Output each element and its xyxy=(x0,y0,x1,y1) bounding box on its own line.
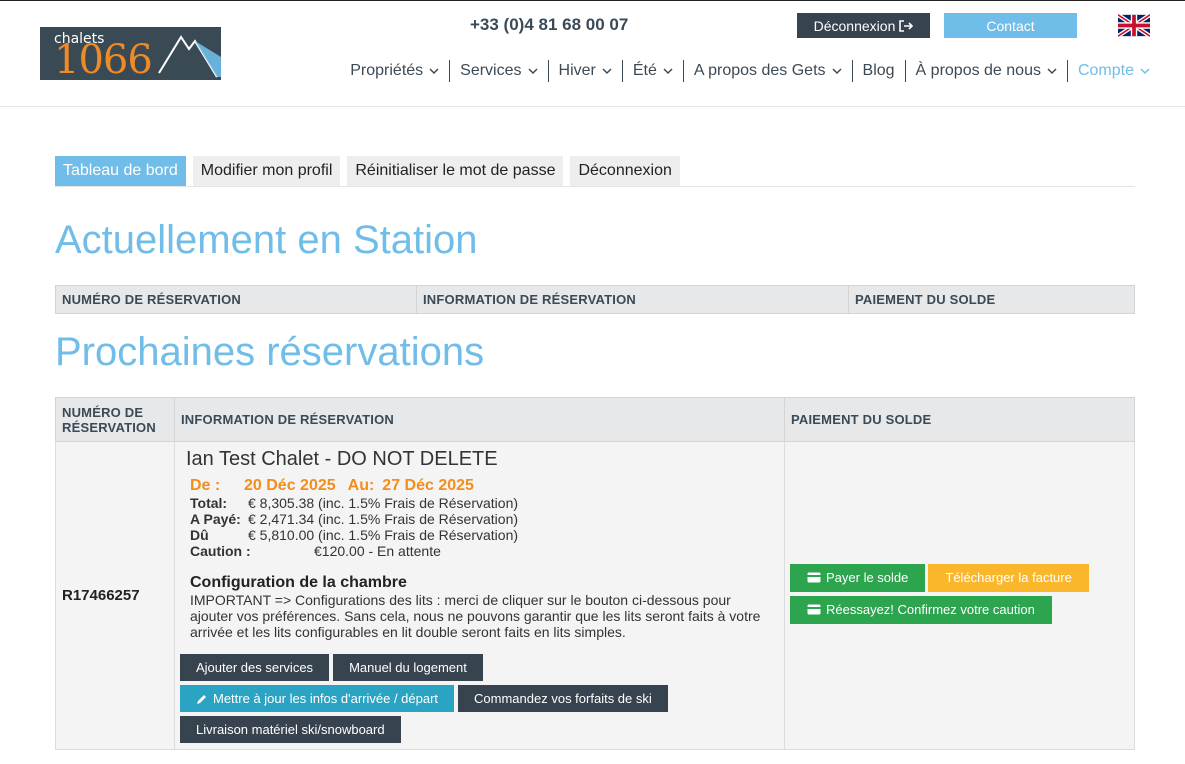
nav-item-blog[interactable]: Blog xyxy=(851,60,905,82)
col-booking-number: NUMÉRO DE RÉSERVATION xyxy=(55,285,417,314)
current-bookings-table: NUMÉRO DE RÉSERVATION INFORMATION DE RÉS… xyxy=(55,285,1135,314)
room-config-text: IMPORTANT => Configurations des lits : m… xyxy=(190,592,761,640)
booking-actions: Ajouter des services Manuel du logement … xyxy=(180,654,778,743)
tab-logout[interactable]: Déconnexion xyxy=(570,156,680,186)
chevron-down-icon xyxy=(602,68,612,75)
pencil-icon xyxy=(197,694,206,704)
paid-value: € 2,471.34 (inc. 1.5% Frais de Réservati… xyxy=(248,511,519,527)
nav-label: Été xyxy=(632,62,657,79)
chevron-down-icon xyxy=(663,68,673,75)
balance-payment: Payer le solde Télécharger la facture Ré… xyxy=(784,441,1135,750)
pay-balance-label: Payer le solde xyxy=(826,570,909,585)
from-label: De : xyxy=(190,477,221,494)
payment-row: Réessayez! Confirmez votre caution xyxy=(790,595,1134,624)
logo-big-text: 1066 xyxy=(54,37,153,80)
tab-dashboard[interactable]: Tableau de bord xyxy=(55,156,186,186)
nav-label: Compte xyxy=(1077,62,1134,79)
payment-row: Payer le solde Télécharger la facture xyxy=(790,563,1134,592)
retry-deposit-button[interactable]: Réessayez! Confirmez votre caution xyxy=(790,595,1052,624)
phone-number[interactable]: +33 (0)4 81 68 00 07 xyxy=(470,15,628,35)
logout-label: Déconnexion xyxy=(813,17,896,34)
tabs-divider xyxy=(55,186,1135,187)
paid-row: A Payé: € 2,471.34 (inc. 1.5% Frais de Ré… xyxy=(190,511,778,527)
to-date: 27 Déc 2025 xyxy=(382,477,474,494)
total-label: Total: xyxy=(190,495,228,511)
mountain-icon xyxy=(158,35,221,78)
due-label: Dû xyxy=(190,527,209,543)
chevron-down-icon xyxy=(1140,68,1150,75)
nav-item-summer[interactable]: Été xyxy=(621,60,683,82)
nav-item-winter[interactable]: Hiver xyxy=(547,60,622,82)
total-row: Total: € 8,305.38 (inc. 1.5% Frais de Rés… xyxy=(190,495,778,511)
update-arrival-button[interactable]: Mettre à jour les infos d'arrivée / dépa… xyxy=(180,685,455,712)
nav-item-about-us[interactable]: À propos de nous xyxy=(904,60,1067,82)
nav-label: Hiver xyxy=(558,62,596,79)
room-config-title: Configuration de la chambre xyxy=(190,574,407,591)
site-logo[interactable]: chalets 1066 xyxy=(40,27,221,80)
col-booking-info: INFORMATION DE RÉSERVATION xyxy=(416,285,849,314)
deposit-row: Caution : €120.00 - En attente xyxy=(190,543,778,559)
sign-out-icon xyxy=(899,19,914,32)
pay-balance-button[interactable]: Payer le solde xyxy=(790,563,926,592)
uk-flag-icon[interactable] xyxy=(1118,14,1150,37)
due-row: Dû € 5,810.00 (inc. 1.5% Frais de Réserva… xyxy=(190,527,778,543)
booking-amounts: Total: € 8,305.38 (inc. 1.5% Frais de Rés… xyxy=(190,495,778,559)
nav-label: Propriétés xyxy=(350,62,424,79)
deposit-label: Caution : xyxy=(190,543,251,559)
action-row: Ajouter des services Manuel du logement xyxy=(180,654,778,681)
main-nav: Propriétés Services Hiver Été A propos d… xyxy=(340,60,1150,82)
contact-button[interactable]: Contact xyxy=(944,13,1077,38)
account-tabs: Tableau de bord Modifier mon profil Réin… xyxy=(55,156,680,186)
booking-info: Ian Test Chalet - DO NOT DELETE De : 20 … xyxy=(174,441,785,750)
credit-card-icon xyxy=(807,604,821,615)
upcoming-bookings-table: NUMÉRO DE RÉSERVATION INFORMATION DE RÉS… xyxy=(55,397,1135,750)
tab-reset-password[interactable]: Réinitialiser le mot de passe xyxy=(347,156,564,186)
nav-item-about-gets[interactable]: A propos des Gets xyxy=(682,60,852,82)
chevron-down-icon xyxy=(527,68,538,75)
nav-item-properties[interactable]: Propriétés xyxy=(340,60,449,82)
chevron-down-icon xyxy=(1047,68,1057,75)
logout-button[interactable]: Déconnexion xyxy=(797,13,930,38)
paid-label: A Payé: xyxy=(190,511,241,527)
ski-pass-button[interactable]: Commandez vos forfaits de ski xyxy=(458,685,668,712)
col-booking-number: NUMÉRO DE RÉSERVATION xyxy=(55,397,175,442)
action-row: Livraison matériel ski/snowboard xyxy=(180,716,778,743)
col-booking-info: INFORMATION DE RÉSERVATION xyxy=(174,397,785,442)
deposit-value: €120.00 - En attente xyxy=(314,543,441,559)
tab-edit-profile[interactable]: Modifier mon profil xyxy=(192,156,341,186)
total-value: € 8,305.38 (inc. 1.5% Frais de Réservati… xyxy=(248,495,519,511)
booking-dates: De : 20 Déc 2025 Au: 27 Déc 2025 xyxy=(190,477,778,495)
property-manual-button[interactable]: Manuel du logement xyxy=(333,654,483,681)
current-section-title: Actuellement en Station xyxy=(55,218,478,262)
update-arrival-label: Mettre à jour les infos d'arrivée / dépa… xyxy=(213,691,439,706)
credit-card-icon xyxy=(807,572,821,583)
add-services-button[interactable]: Ajouter des services xyxy=(180,654,330,681)
ski-delivery-button[interactable]: Livraison matériel ski/snowboard xyxy=(180,716,401,743)
table-row: R17466257 Ian Test Chalet - DO NOT DELET… xyxy=(55,441,1135,750)
chevron-down-icon xyxy=(831,68,842,75)
col-balance-payment: PAIEMENT DU SOLDE xyxy=(848,285,1135,314)
nav-label: Services xyxy=(460,62,522,79)
to-label: Au: xyxy=(347,477,375,494)
nav-label: A propos des Gets xyxy=(693,62,826,79)
retry-deposit-label: Réessayez! Confirmez votre caution xyxy=(826,602,1035,617)
from-date: 20 Déc 2025 xyxy=(244,477,336,494)
nav-item-account[interactable]: Compte xyxy=(1066,60,1150,82)
nav-label: Blog xyxy=(862,62,895,79)
table-header-row: NUMÉRO DE RÉSERVATION INFORMATION DE RÉS… xyxy=(55,397,1135,442)
site-header: chalets 1066 +33 (0)4 81 68 00 07 Déconn… xyxy=(0,1,1185,107)
chevron-down-icon xyxy=(429,68,439,75)
chalet-name: Ian Test Chalet - DO NOT DELETE xyxy=(186,448,498,470)
download-invoice-button[interactable]: Télécharger la facture xyxy=(928,563,1089,592)
booking-number: R17466257 xyxy=(55,441,175,750)
action-row: Mettre à jour les infos d'arrivée / dépa… xyxy=(180,685,778,712)
due-value: € 5,810.00 (inc. 1.5% Frais de Réservati… xyxy=(248,527,519,543)
upcoming-section-title: Prochaines réservations xyxy=(55,330,485,374)
col-balance-payment: PAIEMENT DU SOLDE xyxy=(784,397,1135,442)
table-header-row: NUMÉRO DE RÉSERVATION INFORMATION DE RÉS… xyxy=(55,285,1135,314)
nav-item-services[interactable]: Services xyxy=(449,60,547,82)
nav-label: À propos de nous xyxy=(915,62,1041,79)
